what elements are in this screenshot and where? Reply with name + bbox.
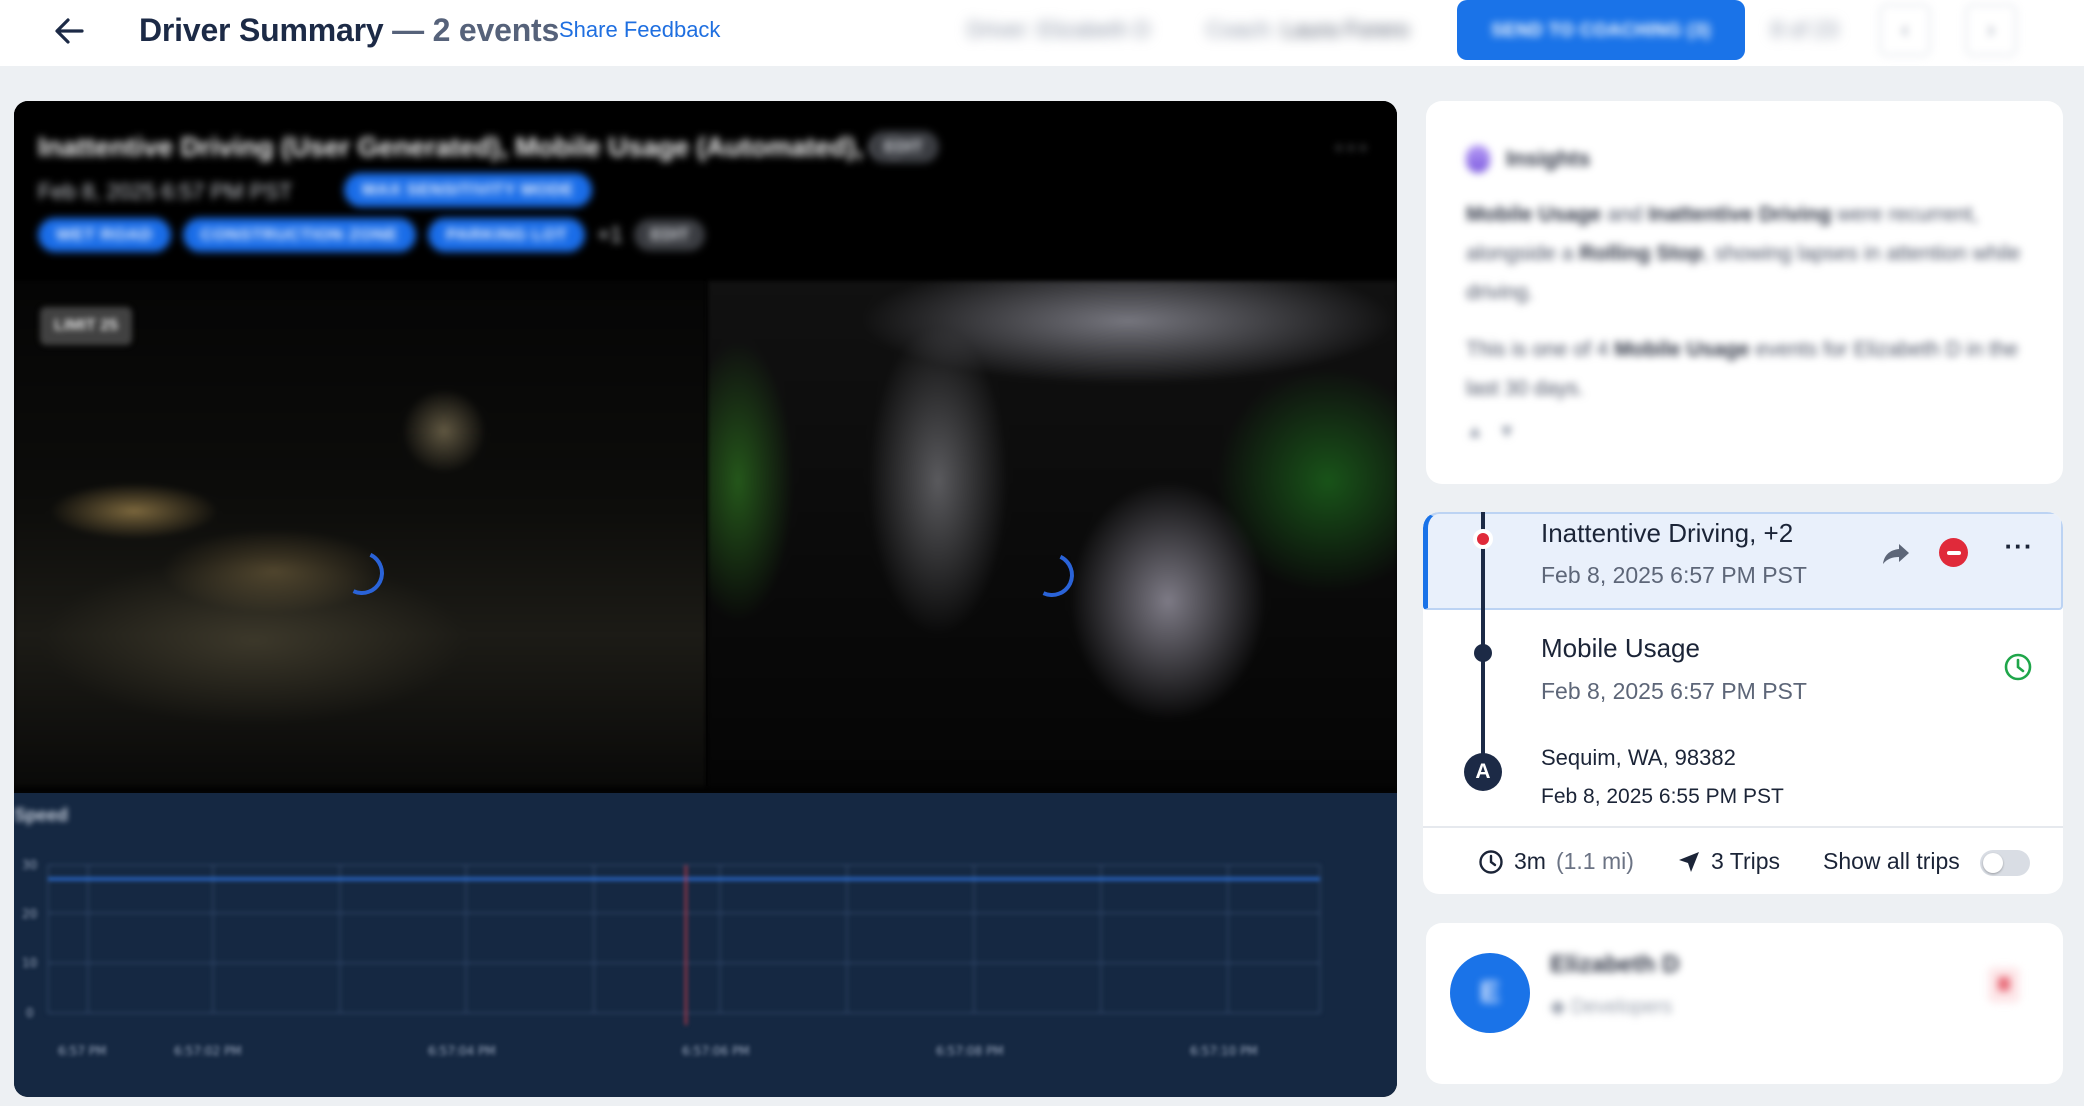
previous-event-button[interactable]: ‹	[1879, 4, 1931, 56]
navigation-arrow-icon	[1679, 851, 1699, 872]
more-horizontal-icon[interactable]: ···	[2001, 533, 2037, 564]
page-title-text: Driver Summary	[139, 12, 384, 48]
timeline-event-date: Feb 8, 2025 6:57 PM PST	[1541, 562, 1807, 588]
event-dot-icon	[1474, 644, 1492, 662]
clock-icon	[1479, 849, 1503, 874]
flag-icon[interactable]	[1988, 967, 2020, 1003]
edit-title-button[interactable]: EDIT	[868, 131, 939, 163]
x-tick: 6:57 PM	[58, 1044, 106, 1058]
send-to-coaching-button[interactable]: SEND TO COACHING (3)	[1457, 0, 1745, 60]
more-horizontal-icon[interactable]: ···	[1334, 132, 1370, 162]
x-tick: 6:57:10 PM	[1190, 1044, 1258, 1058]
event-count: — 2 events	[392, 12, 560, 48]
coach-label: Coach:	[1206, 17, 1276, 42]
trip-start-location: Sequim, WA, 98382	[1541, 745, 1736, 770]
y-tick: 20	[22, 907, 37, 921]
distance-value: (1.1 mi)	[1555, 848, 1634, 874]
insight-highlight: Mobile Usage	[1466, 203, 1602, 226]
edit-title-label: EDIT	[868, 131, 939, 163]
share-icon[interactable]	[1879, 536, 1913, 570]
back-button[interactable]	[44, 10, 94, 52]
trips-value: 3 Trips	[1711, 848, 1781, 874]
next-event-button[interactable]: ›	[1965, 4, 2017, 56]
insights-card: Insights Mobile Usage and Inattentive Dr…	[1426, 101, 2063, 484]
coach-meta[interactable]: Coach: Laura Forero	[1206, 17, 1409, 43]
thumbs-up-icon[interactable]: ▲	[1466, 421, 1498, 441]
speed-chart-plot: 30 20 10 0 6:57 PM 6:57:02 PM 6:57:04 PM…	[22, 858, 1321, 1058]
road-camera-view[interactable]	[14, 281, 706, 786]
page-title: Driver Summary — 2 events	[139, 12, 559, 49]
coach-name: Laura Forero	[1281, 17, 1410, 42]
trip-duration: 3m (1.1 mi)	[1478, 848, 1634, 875]
insights-body: Mobile Usage and Inattentive Driving wer…	[1466, 195, 2036, 408]
event-timeline-card: A Inattentive Driving, +2 Feb 8, 2025 6:…	[1423, 512, 2063, 894]
timeline-event-date: Feb 8, 2025 6:57 PM PST	[1541, 678, 1807, 704]
event-dot-icon	[1473, 529, 1493, 549]
x-tick: 6:57:02 PM	[174, 1044, 242, 1058]
video-header: Inattentive Driving (User Generated), Mo…	[14, 101, 1397, 281]
insight-highlight: Mobile Usage	[1614, 338, 1750, 361]
insight-highlight: Rolling Stop	[1579, 242, 1703, 265]
top-bar: Driver Summary — 2 events Share Feedback…	[0, 0, 2084, 66]
tag-chip[interactable]: CONSTRUCTION ZONE	[182, 218, 416, 252]
avatar: E	[1450, 953, 1530, 1033]
send-to-coaching-label: SEND TO COACHING (3)	[1491, 19, 1711, 40]
sparkle-icon	[1466, 145, 1490, 173]
avatar-initial: E	[1479, 976, 1500, 1009]
tag-chip[interactable]: WET ROAD	[38, 218, 171, 252]
driver-meta: Driver: Elizabeth D	[967, 17, 1151, 42]
edit-tags-button[interactable]: EDIT	[634, 219, 706, 251]
trip-start-date: Feb 8, 2025 6:55 PM PST	[1541, 785, 1784, 808]
x-tick: 6:57:08 PM	[936, 1044, 1004, 1058]
timeline-line	[1481, 512, 1485, 774]
x-tick: 6:57:04 PM	[428, 1044, 496, 1058]
insight-text: and	[1601, 203, 1649, 226]
insights-feedback: ▲▼	[1466, 421, 1530, 442]
tag-icon: ◆	[1550, 996, 1571, 1018]
insights-header: Insights	[1466, 145, 1590, 173]
event-pager: 8 of 23	[1771, 17, 1839, 42]
duration-value: 3m	[1514, 848, 1546, 874]
show-all-trips-label: Show all trips	[1823, 848, 1960, 874]
video-panel: Inattentive Driving (User Generated), Mo…	[14, 101, 1397, 1097]
tags-more-count[interactable]: +1	[597, 222, 622, 248]
toggle-knob	[1983, 853, 2003, 873]
driver-card: E Elizabeth D ◆ Developers	[1426, 923, 2063, 1084]
timeline-event-title[interactable]: Inattentive Driving, +2	[1541, 518, 1793, 549]
timeline-event-title[interactable]: Mobile Usage	[1541, 633, 1700, 664]
trip-start-marker: A	[1464, 753, 1502, 791]
sensitivity-badge: MAX SENSITIVITY MODE	[344, 173, 592, 207]
driver-group: ◆ Developers	[1550, 994, 1672, 1019]
insight-text: This is one of 4	[1466, 338, 1615, 361]
insights-paragraph: Mobile Usage and Inattentive Driving wer…	[1466, 195, 2036, 312]
insight-highlight: Inattentive Driving	[1648, 203, 1832, 226]
driver-group-name: Developers	[1570, 996, 1673, 1018]
event-datetime: Feb 8, 2025 6:57 PM PST	[38, 179, 293, 204]
chevron-left-icon: ‹	[1901, 16, 1909, 43]
sensitivity-label: MAX SENSITIVITY MODE	[344, 173, 592, 207]
tag-chip[interactable]: PARKING LOT	[427, 218, 586, 252]
show-all-trips-toggle[interactable]	[1980, 850, 2030, 876]
y-tick: 0	[26, 1006, 34, 1020]
insights-title: Insights	[1506, 146, 1591, 171]
share-feedback-link[interactable]: Share Feedback	[559, 17, 720, 43]
chevron-right-icon: ›	[1987, 16, 1995, 43]
event-title: Inattentive Driving (User Generated), Mo…	[38, 132, 902, 162]
speed-limit-badge: LIMIT 25	[40, 307, 133, 345]
y-tick: 30	[22, 858, 37, 872]
trip-count[interactable]: 3 Trips	[1677, 848, 1780, 875]
remove-event-button[interactable]	[1939, 538, 1968, 567]
thumbs-down-icon[interactable]: ▼	[1498, 421, 1530, 441]
trip-summary-bar: 3m (1.1 mi) 3 Trips Show all trips	[1423, 826, 2063, 894]
clock-icon	[2004, 653, 2032, 681]
arrow-left-icon	[55, 18, 84, 44]
cabin-camera-view[interactable]	[708, 281, 1397, 786]
driver-name[interactable]: Elizabeth D	[1550, 951, 1679, 979]
y-tick: 10	[22, 956, 37, 970]
speed-chart[interactable]: Speed 30 20 10 0 6:57 PM 6:57:02 PM 6:57…	[14, 793, 1397, 1097]
tags-row: WET ROAD CONSTRUCTION ZONE PARKING LOT +…	[38, 218, 706, 252]
x-tick: 6:57:06 PM	[682, 1044, 750, 1058]
insights-paragraph: This is one of 4 Mobile Usage events for…	[1466, 330, 2036, 408]
